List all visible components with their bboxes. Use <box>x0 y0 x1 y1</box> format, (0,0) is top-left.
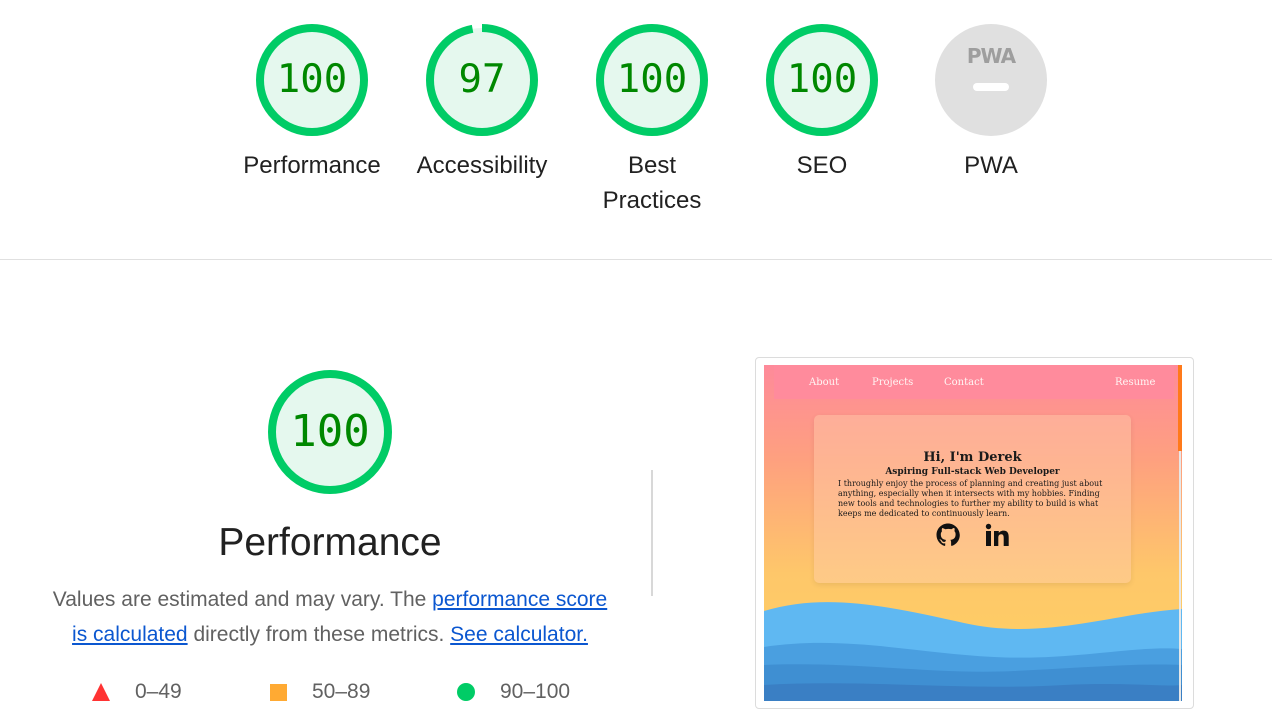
gauge-pwa[interactable]: PWA PWA <box>906 22 1076 183</box>
screenshot-nav: About Projects Contact Resume <box>774 365 1174 399</box>
gauge-score: 100 <box>786 57 858 102</box>
pwa-logo-icon: PWA <box>966 44 1016 68</box>
gauge-label: Best Practices <box>602 152 702 214</box>
gauge-performance[interactable]: 100 Performance <box>227 22 397 183</box>
pwa-dash-icon <box>973 83 1009 91</box>
legend-fail: 0–49 <box>92 680 182 704</box>
gauge-label: Accessibility <box>416 152 548 179</box>
category-gauges: 100 Performance 97 Accessibility 100 Bes… <box>0 0 1272 260</box>
nav-item: Contact <box>944 377 984 388</box>
intro-body: I throughly enjoy the process of plannin… <box>838 479 1103 518</box>
vertical-divider <box>651 470 653 596</box>
linkedin-icon <box>985 523 1009 552</box>
red-triangle-icon <box>92 683 110 701</box>
gauge-score: 97 <box>458 57 506 102</box>
performance-gauge: 100 <box>266 368 394 496</box>
performance-title: Performance <box>218 521 442 564</box>
legend-label: 50–89 <box>312 680 371 703</box>
orange-square-icon <box>270 683 287 701</box>
legend-pass: 90–100 <box>457 680 570 704</box>
gauge-label: SEO <box>796 152 848 179</box>
pwa-gauge-circle <box>935 24 1047 136</box>
section-divider <box>0 259 1272 260</box>
performance-description: Values are estimated and may vary. The p… <box>40 582 620 652</box>
gauge-score: 100 <box>616 57 688 102</box>
social-icons <box>814 523 1131 552</box>
final-screenshot-frame[interactable]: About Projects Contact Resume Hi, I'm De… <box>755 357 1194 709</box>
nav-item: Resume <box>1115 377 1156 388</box>
scrollbar-thumb <box>1178 365 1182 451</box>
gauge-score: 100 <box>276 57 348 102</box>
gauge-label: PWA <box>964 152 1018 179</box>
performance-section: 100 Performance Values are estimated and… <box>40 368 620 652</box>
gauge-accessibility[interactable]: 97 Accessibility <box>397 22 567 183</box>
intro-card: Hi, I'm Derek Aspiring Full-stack Web De… <box>814 415 1131 583</box>
score-legend: 0–49 50–89 90–100 <box>92 680 612 710</box>
gauge-seo[interactable]: 100 SEO <box>737 22 907 183</box>
see-calculator-link[interactable]: See calculator. <box>450 623 588 646</box>
desc-text: directly from these metrics. <box>187 623 451 646</box>
legend-label: 90–100 <box>500 680 571 703</box>
performance-score: 100 <box>290 406 370 457</box>
nav-item: About <box>809 377 840 388</box>
gauge-label: Performance <box>243 152 381 179</box>
scrollbar-track <box>1179 451 1181 701</box>
gauge-best-practices[interactable]: 100 Best Practices <box>567 22 737 218</box>
legend-label: 0–49 <box>135 680 182 703</box>
intro-subheading: Aspiring Full-stack Web Developer <box>885 467 1060 477</box>
green-circle-icon <box>457 683 475 701</box>
nav-item: Projects <box>872 377 914 388</box>
desc-text: Values are estimated and may vary. The <box>52 588 433 611</box>
legend-average: 50–89 <box>270 680 370 704</box>
final-screenshot: About Projects Contact Resume Hi, I'm De… <box>764 365 1182 701</box>
intro-heading: Hi, I'm Derek <box>923 450 1022 465</box>
github-icon <box>936 523 961 552</box>
